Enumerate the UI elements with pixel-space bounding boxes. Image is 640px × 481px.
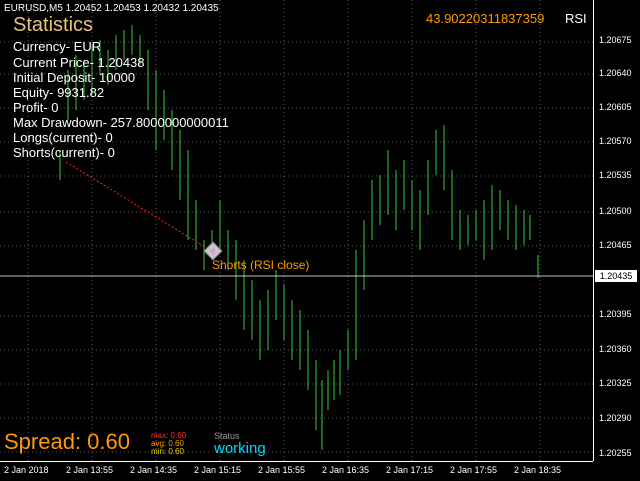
stat-shorts: Shorts(current)- 0: [13, 145, 115, 160]
rsi-value: 43.90220311837359: [426, 11, 545, 26]
price-label: 1.20395: [599, 309, 632, 319]
symbol-header: EURUSD,M5 1.20452 1.20453 1.20432 1.2043…: [4, 3, 219, 14]
spread-label: Spread: 0.60: [4, 429, 130, 454]
time-label: 2 Jan 2018: [4, 465, 49, 475]
time-axis[interactable]: 2 Jan 2018 2 Jan 13:55 2 Jan 14:35 2 Jan…: [0, 461, 593, 481]
current-price-tag: 1.20435: [595, 270, 637, 282]
time-label: 2 Jan 18:35: [514, 465, 562, 475]
time-label: 2 Jan 14:35: [130, 465, 178, 475]
price-label: 1.20290: [599, 413, 632, 423]
time-label: 2 Jan 16:35: [322, 465, 370, 475]
price-label: 1.20360: [599, 344, 632, 354]
price-label: 1.20255: [599, 448, 632, 458]
price-label: 1.20640: [599, 68, 632, 78]
candle-series: [59, 25, 539, 450]
time-label: 2 Jan 15:55: [258, 465, 306, 475]
time-label: 2 Jan 17:15: [386, 465, 434, 475]
time-label: 2 Jan 17:55: [450, 465, 498, 475]
price-label: 1.20325: [599, 378, 632, 388]
stat-current-price: Current Price- 1.20438: [13, 55, 145, 70]
statistics-title: Statistics: [13, 14, 94, 36]
rsi-label: RSI: [565, 11, 587, 26]
stat-profit: Profit- 0: [13, 100, 59, 115]
price-label: 1.20500: [599, 206, 632, 216]
price-label: 1.20465: [599, 240, 632, 250]
trade-marker-label: Shorts (RSI close): [212, 258, 310, 272]
stat-equity: Equity- 9931.82: [13, 85, 105, 100]
price-label: 1.20675: [599, 35, 632, 45]
status-value: working: [214, 440, 266, 457]
stat-currency: Currency- EUR: [13, 39, 102, 54]
stat-longs: Longs(current)- 0: [13, 130, 113, 145]
price-label: 1.20570: [599, 136, 632, 146]
price-label: 1.20605: [599, 102, 632, 112]
spread-min: min: 0.60: [151, 447, 184, 456]
price-axis[interactable]: 1.20675 1.20640 1.20605 1.20570 1.20535 …: [593, 0, 640, 461]
price-label: 1.20535: [599, 170, 632, 180]
stat-max-drawdown: Max Drawdown- 257.8000000000011: [13, 115, 229, 130]
stat-initial-deposit: Initial Deposit- 10000: [13, 70, 136, 85]
time-label: 2 Jan 15:15: [194, 465, 242, 475]
time-label: 2 Jan 13:55: [66, 465, 114, 475]
